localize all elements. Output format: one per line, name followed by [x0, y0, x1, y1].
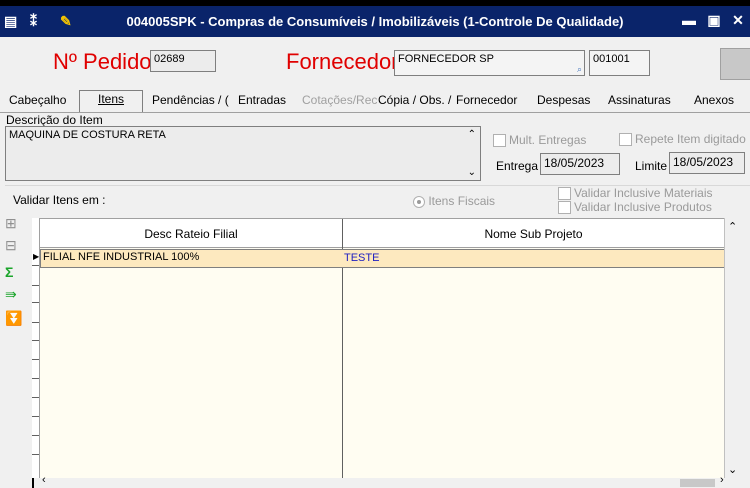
- radio-icon[interactable]: [413, 195, 425, 208]
- scroll-down-icon[interactable]: ⌄: [468, 167, 476, 178]
- insert-row-icon[interactable]: ⊞: [5, 216, 17, 230]
- scroll-left-icon[interactable]: ‹: [42, 474, 46, 486]
- scroll-thumb[interactable]: [680, 479, 715, 487]
- tab-copia-obs[interactable]: Cópia / Obs. /: [378, 93, 451, 107]
- inclusive-produtos-box[interactable]: [558, 201, 571, 215]
- repete-item-label: Repete Item digitado: [635, 132, 746, 146]
- inclusive-produtos-label: Validar Inclusive Produtos: [574, 200, 712, 214]
- collapse-icon[interactable]: ⏬: [5, 311, 22, 325]
- itens-fiscais-radio[interactable]: Itens Fiscais: [413, 194, 495, 208]
- tab-entradas[interactable]: Entradas: [238, 93, 286, 107]
- fornecedor-code-field[interactable]: 001001: [589, 50, 650, 76]
- tab-cotacoes: Cotações/Rec: [302, 93, 378, 107]
- descricao-value: MAQUINA DE COSTURA RETA: [9, 129, 166, 141]
- limite-label: Limite: [635, 159, 668, 173]
- tab-despesas[interactable]: Despesas: [537, 93, 590, 107]
- validar-panel: Validar Itens em : Itens Fiscais Validar…: [5, 185, 750, 215]
- tab-cabecalho[interactable]: Cabeçalho: [9, 93, 66, 107]
- cell-desc-rateio[interactable]: FILIAL NFE INDUSTRIAL 100%: [43, 251, 199, 263]
- bottom-left-corner: [0, 478, 34, 488]
- mult-entregas-box[interactable]: [493, 134, 506, 148]
- itens-fiscais-label: Itens Fiscais: [428, 194, 496, 208]
- column-header-desc-rateio[interactable]: Desc Rateio Filial: [40, 227, 342, 241]
- repete-item-checkbox[interactable]: Repete Item digitado: [619, 132, 746, 147]
- pedido-field[interactable]: 02689: [150, 50, 216, 72]
- mult-entregas-checkbox[interactable]: Mult. Entregas: [493, 133, 587, 148]
- action-button[interactable]: [720, 48, 750, 80]
- delete-row-icon[interactable]: ⊟: [5, 238, 17, 252]
- scroll-down-arrow-icon[interactable]: ⌄: [728, 463, 737, 476]
- mult-entregas-label: Mult. Entregas: [509, 133, 587, 147]
- descricao-textarea[interactable]: MAQUINA DE COSTURA RETA ⌃ ⌄: [5, 126, 481, 181]
- fornecedor-field[interactable]: FORNECEDOR SP ⌕: [394, 50, 585, 76]
- tab-fornecedor[interactable]: Fornecedor: [456, 93, 517, 107]
- pedido-label: Nº Pedido: [53, 49, 152, 74]
- descricao-label: Descrição do Item: [6, 113, 103, 127]
- scroll-up-arrow-icon[interactable]: ⌃: [728, 220, 737, 233]
- repete-item-box[interactable]: [619, 133, 632, 147]
- vertical-scrollbar[interactable]: ⌃ ⌄: [724, 218, 742, 480]
- inclusive-materiais-checkbox[interactable]: Validar Inclusive Materiais: [558, 186, 713, 201]
- maximize-icon[interactable]: ▣: [705, 11, 723, 29]
- entrega-label: Entrega: [496, 159, 539, 173]
- validar-label: Validar Itens em :: [13, 193, 106, 207]
- rateio-grid[interactable]: Desc Rateio Filial Nome Sub Projeto FILI…: [39, 218, 726, 482]
- fornecedor-value: FORNECEDOR SP: [398, 53, 494, 65]
- inclusive-materiais-label: Validar Inclusive Materiais: [574, 186, 713, 200]
- tab-itens[interactable]: Itens: [79, 90, 144, 112]
- fornecedor-label: Fornecedor: [286, 49, 399, 74]
- header-panel: Nº Pedido 02689 Fornecedor FORNECEDOR SP…: [0, 37, 750, 91]
- entrega-field[interactable]: 18/05/2023: [540, 153, 620, 175]
- column-header-sub-projeto[interactable]: Nome Sub Projeto: [342, 227, 725, 241]
- minimize-icon[interactable]: ▬: [680, 11, 698, 29]
- scroll-right-icon[interactable]: ›: [720, 474, 724, 486]
- tab-pendencias[interactable]: Pendências / (: [152, 93, 229, 107]
- sum-icon[interactable]: Σ: [5, 265, 13, 279]
- title-bar: ▤ ⁑ ✎ 004005SPK - Compras de Consumíveis…: [0, 6, 750, 37]
- grid-header: Desc Rateio Filial Nome Sub Projeto: [40, 219, 725, 248]
- limite-field[interactable]: 18/05/2023: [669, 152, 745, 174]
- tab-anexos[interactable]: Anexos: [694, 93, 734, 107]
- close-icon[interactable]: ✕: [729, 11, 747, 29]
- search-icon[interactable]: ⌕: [577, 64, 582, 75]
- tab-bar: Cabeçalho Itens Pendências / ( Entradas …: [0, 90, 750, 113]
- tab-assinaturas[interactable]: Assinaturas: [608, 93, 671, 107]
- tab-itens-label: Itens: [98, 92, 125, 106]
- inclusive-materiais-box[interactable]: [558, 187, 571, 201]
- export-icon[interactable]: ⇛: [5, 287, 17, 301]
- cell-sub-projeto[interactable]: TESTE: [344, 252, 379, 264]
- inclusive-produtos-checkbox[interactable]: Validar Inclusive Produtos: [558, 200, 712, 215]
- window-title: 004005SPK - Compras de Consumíveis / Imo…: [126, 14, 624, 29]
- scroll-up-icon[interactable]: ⌃: [468, 129, 476, 140]
- table-row[interactable]: FILIAL NFE INDUSTRIAL 100% TESTE: [40, 249, 725, 268]
- horizontal-scrollbar[interactable]: ‹ ›: [32, 474, 742, 488]
